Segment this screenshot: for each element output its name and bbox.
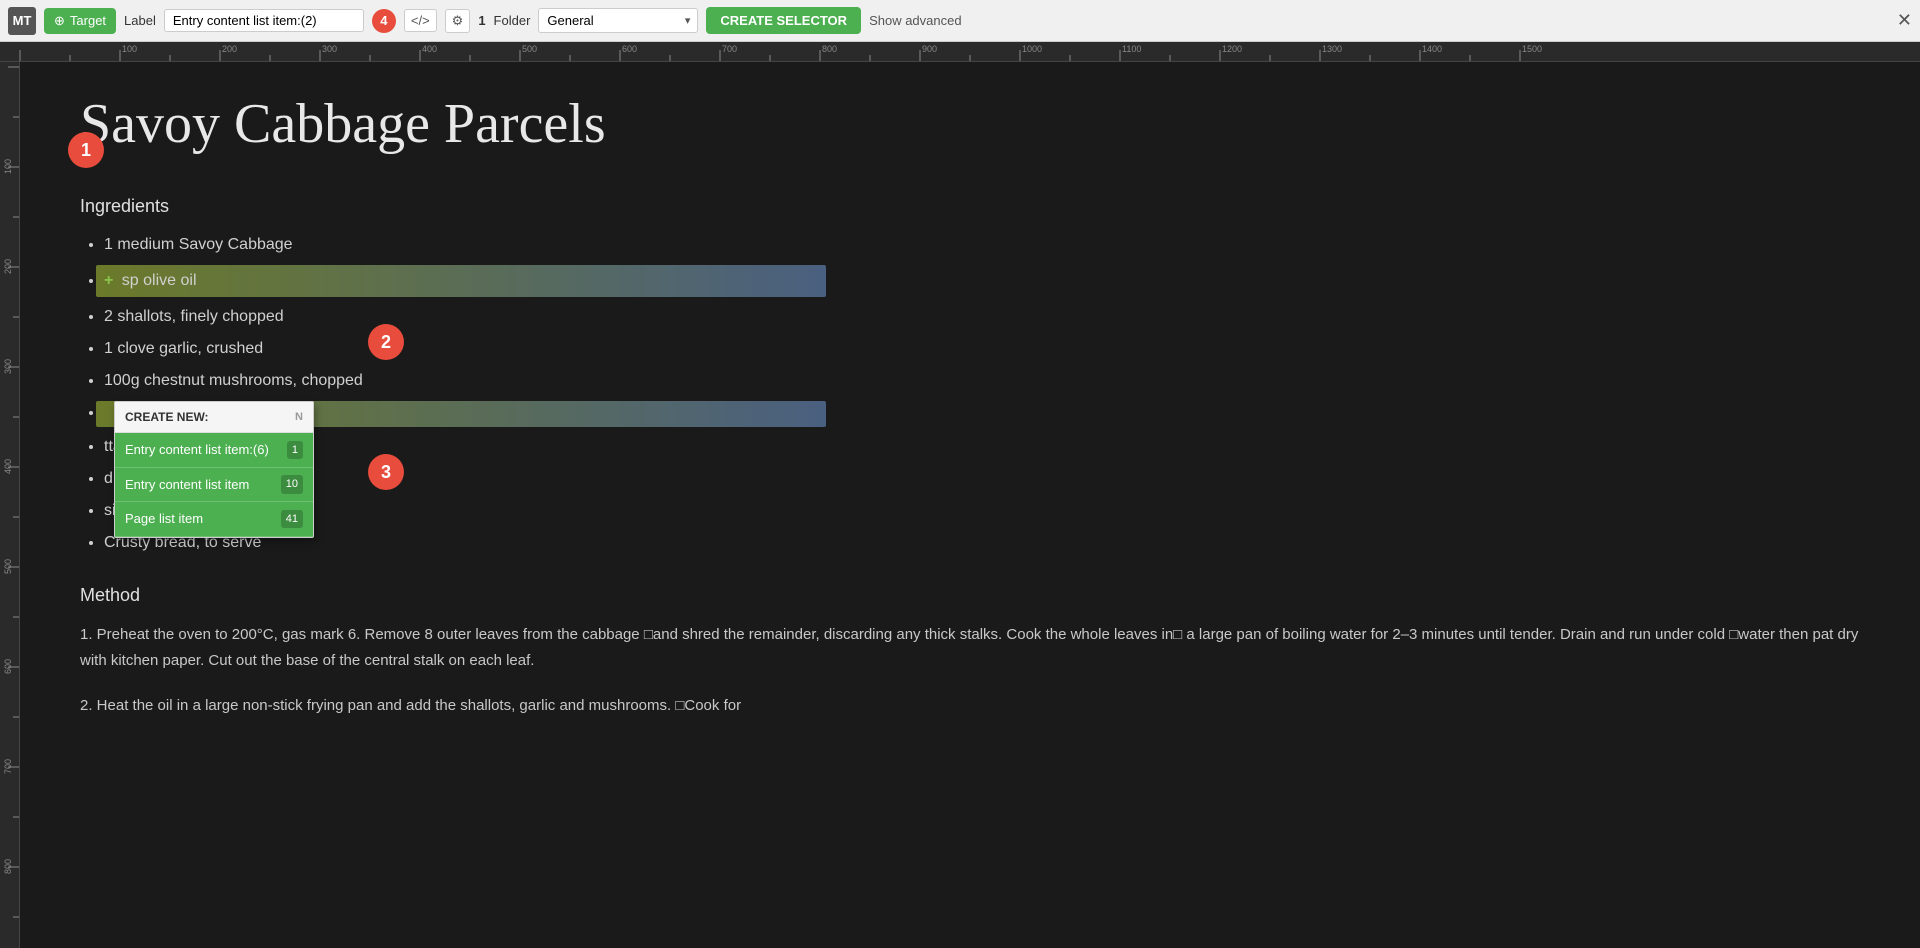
folder-select-wrap: General Custom ▾ [538, 8, 698, 33]
ingredients-heading: Ingredients [80, 196, 1860, 217]
label-text: Label [124, 13, 156, 28]
method-heading: Method [80, 585, 1860, 606]
dropdown-create-label: CREATE NEW: [125, 408, 209, 426]
page-title: Savoy Cabbage Parcels [80, 92, 1860, 156]
ingredient-item: sil Sauce [104, 499, 1860, 523]
svg-text:1400: 1400 [1422, 44, 1442, 54]
plus-icon: + [104, 272, 113, 289]
dropdown-count-1: 10 [281, 475, 303, 494]
mt-logo: MT [8, 7, 36, 35]
svg-text:400: 400 [422, 44, 437, 54]
dropdown-item-label-1: Entry content list item [125, 475, 249, 495]
horizontal-ruler: 100 200 300 400 500 600 700 800 900 1000 1100 1200 1… [0, 42, 1920, 62]
dropdown-shortcut: N [295, 409, 303, 426]
method-step-1: 1. Preheat the oven to 200°C, gas mark 6… [80, 622, 1860, 673]
ingredient-item: Crusty bread, to serve [104, 531, 1860, 555]
svg-text:100: 100 [3, 159, 13, 174]
ingredient-item: d [104, 467, 1860, 491]
show-advanced-link[interactable]: Show advanced [869, 13, 962, 28]
code-button[interactable]: </> [404, 9, 437, 32]
ingredient-olive-oil[interactable]: + sp olive oil [104, 265, 1860, 297]
dropdown-item-1[interactable]: Entry content list item 10 [115, 468, 313, 503]
dropdown-item-label-2: Page list item [125, 509, 203, 529]
step4-badge: 4 [372, 9, 396, 33]
svg-text:900: 900 [922, 44, 937, 54]
main-content: 1 Savoy Cabbage Parcels Ingredients 2 3 … [20, 62, 1920, 948]
svg-text:700: 700 [722, 44, 737, 54]
svg-text:400: 400 [3, 459, 13, 474]
vertical-ruler: 100200300400500600700800900 [0, 62, 20, 948]
create-selector-button[interactable]: CREATE SELECTOR [706, 7, 861, 34]
dropdown-item-2[interactable]: Page list item 41 [115, 502, 313, 537]
method-step-2: 2. Heat the oil in a large non-stick fry… [80, 693, 1860, 719]
ingredients-list: 1 medium Savoy Cabbage + sp olive oil 2 … [80, 233, 1860, 555]
ingredient-item: 2 shallots, finely chopped [104, 305, 1860, 329]
dropdown-header: CREATE NEW: N [115, 402, 313, 433]
svg-text:200: 200 [3, 259, 13, 274]
ingredient-item: 1 clove garlic, crushed [104, 337, 1860, 361]
settings-button[interactable]: ⚙ [445, 9, 471, 33]
svg-text:1100: 1100 [1122, 44, 1141, 54]
highlight-row-olive-oil[interactable]: + sp olive oil [96, 265, 826, 297]
svg-text:800: 800 [3, 859, 13, 874]
ruler-svg: 100 200 300 400 500 600 700 800 900 1000 1100 1200 1… [0, 42, 1920, 62]
target-label: Target [70, 13, 106, 28]
svg-text:600: 600 [3, 659, 13, 674]
ingredient-item: tta [104, 435, 1860, 459]
olive-oil-text: sp olive oil [117, 272, 196, 289]
close-button[interactable]: ✕ [1897, 10, 1912, 31]
dropdown-menu: CREATE NEW: N Entry content list item:(6… [114, 401, 314, 538]
dropdown-item-0[interactable]: Entry content list item:(6) 1 [115, 433, 313, 468]
svg-text:1500: 1500 [1522, 44, 1542, 54]
svg-text:1200: 1200 [1222, 44, 1242, 54]
dropdown-count-2: 41 [281, 510, 303, 529]
svg-text:800: 800 [822, 44, 837, 54]
dropdown-item-label-0: Entry content list item:(6) [125, 440, 269, 460]
svg-text:1000: 1000 [1022, 44, 1042, 54]
folder-label: Folder [494, 13, 531, 28]
svg-text:300: 300 [3, 359, 13, 374]
dropdown-count-0: 1 [287, 441, 303, 460]
svg-text:600: 600 [622, 44, 637, 54]
svg-text:500: 500 [3, 559, 13, 574]
toolbar: MT ⊕ Target Label 4 </> ⚙ 1 Folder Gener… [0, 0, 1920, 42]
target-button[interactable]: ⊕ Target [44, 8, 116, 34]
svg-text:200: 200 [222, 44, 237, 54]
folder-select[interactable]: General Custom [538, 8, 698, 33]
target-icon: ⊕ [54, 13, 65, 29]
svg-text:1300: 1300 [1322, 44, 1342, 54]
svg-text:100: 100 [122, 44, 137, 54]
svg-text:300: 300 [322, 44, 337, 54]
label-input[interactable] [164, 9, 364, 32]
svg-text:500: 500 [522, 44, 537, 54]
svg-text:700: 700 [3, 759, 13, 774]
method-section: Method 1. Preheat the oven to 200°C, gas… [80, 585, 1860, 719]
ingredient-item: 100g chestnut mushrooms, chopped [104, 369, 1860, 393]
ingredient-item: 1 medium Savoy Cabbage [104, 233, 1860, 257]
ingredient-item-dropdown: CREATE NEW: N Entry content list item:(6… [104, 401, 1860, 427]
num-value: 1 [478, 13, 485, 28]
